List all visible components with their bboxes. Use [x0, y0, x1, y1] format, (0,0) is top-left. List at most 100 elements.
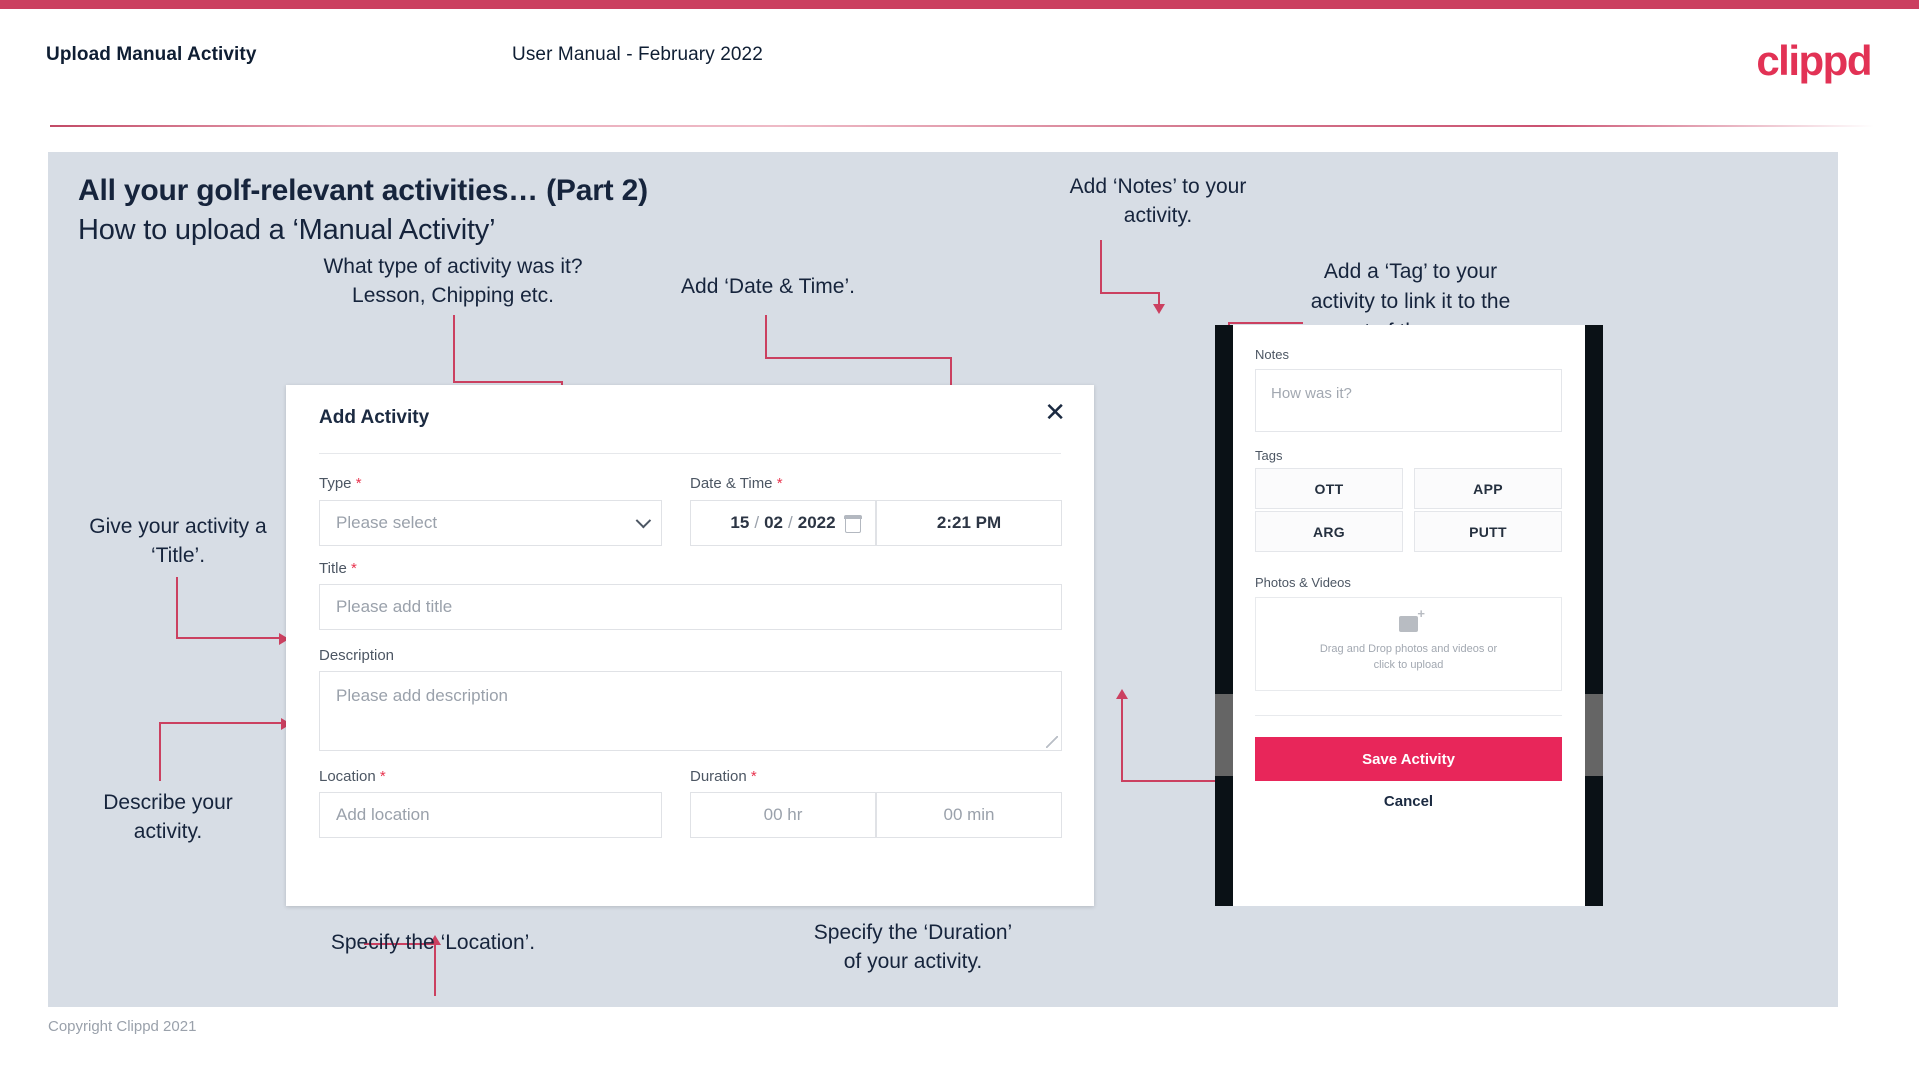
upload-hint: Drag and Drop photos and videos or click… — [1320, 641, 1497, 673]
datetime-required-marker: * — [776, 475, 783, 492]
date-input[interactable]: 15 / 02 / 2022 — [690, 500, 876, 546]
dialog-title: Add Activity — [319, 407, 430, 428]
location-label: Location * — [319, 768, 386, 785]
connector-notes-h — [1100, 292, 1159, 294]
annotation-datetime: Add ‘Date & Time’. — [608, 272, 928, 301]
tags-label: Tags — [1255, 448, 1283, 463]
phone-mockup: Notes How was it? Tags OTT APP ARG PUTT … — [1215, 325, 1603, 906]
cancel-button[interactable]: Cancel — [1255, 793, 1562, 810]
save-activity-button[interactable]: Save Activity — [1255, 737, 1562, 781]
page-subtitle: User Manual - February 2022 — [512, 44, 763, 65]
time-input[interactable]: 2:21 PM — [876, 500, 1062, 546]
top-accent-bar — [0, 0, 1919, 9]
connector-desc-h — [159, 722, 283, 724]
slide-root: Upload Manual Activity User Manual - Feb… — [0, 0, 1919, 1079]
chevron-down-icon — [635, 512, 652, 529]
phone-divider — [1255, 715, 1562, 716]
duration-label: Duration * — [690, 768, 757, 785]
location-input[interactable]: Add location — [319, 792, 662, 838]
title-placeholder: Please add title — [336, 597, 453, 616]
connector-title-h — [176, 637, 281, 639]
date-sep-1: / — [754, 513, 760, 532]
duration-minutes-placeholder: 00 min — [943, 805, 995, 824]
tag-app[interactable]: APP — [1414, 468, 1562, 509]
date-sep-2: / — [788, 513, 793, 532]
type-label: Type * — [319, 475, 362, 492]
annotation-duration-line2: of your activity. — [843, 950, 983, 973]
annotation-location-text: Specify the ‘Location’. — [330, 931, 536, 954]
title-label: Title * — [319, 560, 357, 577]
upload-hint-line1: Drag and Drop photos and videos or — [1319, 642, 1498, 655]
duration-minutes-input[interactable]: 00 min — [876, 792, 1062, 838]
duration-hours-placeholder: 00 hr — [763, 805, 803, 824]
annotation-type-line2: Lesson, Chipping etc. — [352, 284, 554, 307]
duration-hours-input[interactable]: 00 hr — [690, 792, 876, 838]
connector-save-arrow — [1116, 689, 1128, 699]
connector-tag-h — [1228, 322, 1303, 324]
datetime-label: Date & Time * — [690, 475, 783, 492]
annotation-desc-line1: Describe your — [103, 791, 233, 814]
description-placeholder: Please add description — [336, 686, 509, 705]
annotation-title-line2: ‘Title’. — [150, 544, 206, 567]
tag-ott[interactable]: OTT — [1255, 468, 1403, 509]
slide-title: All your golf-relevant activities… (Part… — [78, 174, 648, 207]
time-value: 2:21 PM — [936, 513, 1002, 532]
close-icon[interactable]: ✕ — [1044, 399, 1066, 425]
footer-copyright: Copyright Clippd 2021 — [48, 1018, 197, 1035]
duration-required-marker: * — [750, 768, 757, 785]
location-placeholder: Add location — [336, 805, 430, 824]
location-label-text: Location — [319, 768, 376, 785]
annotation-notes-line1: Add ‘Notes’ to your — [1069, 175, 1247, 198]
datetime-label-text: Date & Time — [690, 475, 773, 492]
date-day: 15 — [730, 513, 750, 532]
connector-dt-h — [765, 357, 951, 359]
phone-bezel-right-accent — [1585, 694, 1603, 776]
connector-notes-v1 — [1100, 240, 1102, 292]
calendar-icon[interactable] — [844, 515, 862, 533]
image-plus-icon — [1399, 607, 1425, 632]
upload-hint-line2: click to upload — [1373, 658, 1444, 671]
connector-notes-arrow — [1153, 304, 1165, 314]
duration-label-text: Duration — [690, 768, 747, 785]
description-textarea[interactable]: Please add description — [319, 671, 1062, 751]
connector-title-v — [176, 577, 178, 637]
type-required-marker: * — [355, 475, 362, 492]
type-select[interactable]: Please select — [319, 500, 662, 546]
add-activity-dialog: Add Activity ✕ Type * Please select Date… — [286, 385, 1094, 906]
title-input[interactable]: Please add title — [319, 584, 1062, 630]
connector-desc-v — [159, 722, 161, 781]
annotation-notes-line2: activity. — [1123, 204, 1193, 227]
phone-bezel-right — [1585, 325, 1603, 906]
title-label-text: Title — [319, 560, 347, 577]
date-month: 02 — [764, 513, 783, 532]
annotation-desc-line2: activity. — [133, 820, 203, 843]
phone-bezel-left — [1215, 325, 1233, 906]
connector-dt-v1 — [765, 315, 767, 357]
type-select-placeholder: Please select — [336, 513, 438, 532]
connector-save-v — [1121, 697, 1123, 782]
description-label-text: Description — [319, 647, 395, 664]
description-label: Description — [319, 647, 394, 664]
type-label-text: Type — [319, 475, 352, 492]
annotation-type-line1: What type of activity was it? — [323, 255, 583, 278]
upload-dropzone[interactable]: Drag and Drop photos and videos or click… — [1255, 597, 1562, 691]
location-required-marker: * — [379, 768, 386, 785]
header-divider — [50, 125, 1874, 127]
notes-placeholder: How was it? — [1271, 385, 1352, 402]
tag-putt[interactable]: PUTT — [1414, 511, 1562, 552]
tag-arg[interactable]: ARG — [1255, 511, 1403, 552]
annotation-datetime-text: Add ‘Date & Time’. — [681, 275, 855, 298]
annotation-duration-line1: Specify the ‘Duration’ — [813, 921, 1013, 944]
annotation-title: Give your activity a ‘Title’. — [58, 512, 298, 570]
photos-label: Photos & Videos — [1255, 575, 1351, 590]
title-required-marker: * — [350, 560, 357, 577]
annotation-description-text: Describe your activity. — [58, 788, 278, 846]
annotation-title-line1: Give your activity a — [89, 515, 267, 538]
annotation-duration: Specify the ‘Duration’ of your activity. — [748, 918, 1078, 976]
annotation-notes: Add ‘Notes’ to your activity. — [1048, 172, 1268, 230]
phone-bezel-left-accent — [1215, 694, 1233, 776]
annotation-type: What type of activity was it? Lesson, Ch… — [293, 252, 613, 310]
connector-type-v1 — [453, 315, 455, 381]
dialog-header-divider — [319, 453, 1061, 454]
resize-grip-icon[interactable] — [1046, 736, 1058, 748]
